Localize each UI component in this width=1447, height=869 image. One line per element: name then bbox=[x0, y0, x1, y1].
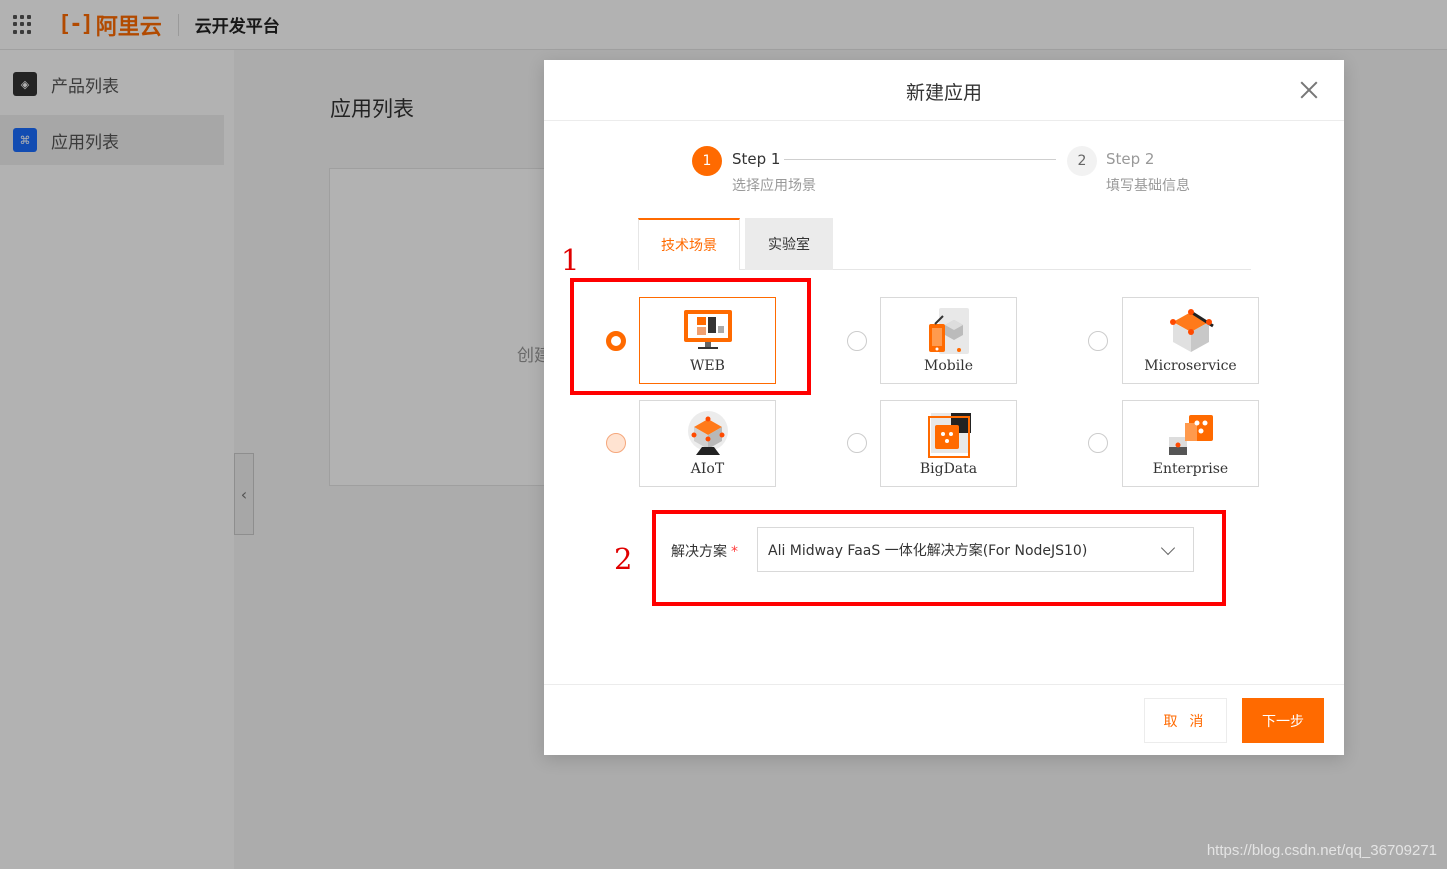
aiot-icon bbox=[688, 411, 728, 455]
step-2-circle: 2 bbox=[1067, 146, 1097, 176]
dialog-footer-divider bbox=[544, 684, 1344, 685]
next-step-button[interactable]: 下一步 bbox=[1242, 698, 1324, 743]
annotation-box-2 bbox=[652, 510, 1226, 606]
option-label-enterprise: Enterprise bbox=[1152, 461, 1229, 477]
cancel-button[interactable]: 取 消 bbox=[1144, 698, 1227, 743]
enterprise-icon bbox=[1169, 415, 1213, 455]
step-2-title: Step 2 bbox=[1106, 150, 1155, 168]
microservice-icon bbox=[1170, 309, 1214, 352]
option-label-aiot: AIoT bbox=[690, 461, 725, 477]
dialog-header: 新建应用 bbox=[544, 60, 1344, 121]
option-card-aiot[interactable]: AIoT bbox=[639, 400, 776, 487]
close-icon[interactable] bbox=[1299, 80, 1319, 100]
tab-lab[interactable]: 实验室 bbox=[745, 218, 833, 270]
new-app-dialog: 新建应用 1 Step 1 选择应用场景 2 Step 2 填写基础信息 技术场… bbox=[544, 60, 1344, 755]
option-card-mobile[interactable]: Mobile bbox=[880, 297, 1017, 384]
radio-bigdata[interactable] bbox=[847, 433, 867, 453]
option-card-enterprise[interactable]: Enterprise bbox=[1122, 400, 1259, 487]
radio-enterprise[interactable] bbox=[1088, 433, 1108, 453]
watermark: https://blog.csdn.net/qq_36709271 bbox=[1206, 842, 1437, 859]
option-label-bigdata: BigData bbox=[919, 461, 978, 477]
bigdata-icon bbox=[928, 413, 971, 458]
dialog-title: 新建应用 bbox=[905, 82, 982, 104]
option-label-microservice: Microservice bbox=[1144, 358, 1237, 374]
step-1-circle: 1 bbox=[692, 146, 722, 176]
radio-aiot[interactable] bbox=[606, 433, 626, 453]
step-connector-line bbox=[784, 159, 1056, 160]
option-label-mobile: Mobile bbox=[924, 358, 973, 374]
radio-mobile[interactable] bbox=[847, 331, 867, 351]
annotation-box-1 bbox=[570, 278, 811, 395]
step-2-desc: 填写基础信息 bbox=[1106, 178, 1190, 194]
annotation-label-2: 2 bbox=[614, 542, 633, 576]
option-card-microservice[interactable]: Microservice bbox=[1122, 297, 1259, 384]
mobile-icon bbox=[929, 308, 969, 354]
option-card-bigdata[interactable]: BigData bbox=[880, 400, 1017, 487]
step-1-desc: 选择应用场景 bbox=[732, 178, 816, 194]
step-1-title: Step 1 bbox=[732, 150, 781, 168]
radio-microservice[interactable] bbox=[1088, 331, 1108, 351]
annotation-label-1: 1 bbox=[561, 243, 580, 277]
tab-tech-scenario[interactable]: 技术场景 bbox=[638, 218, 740, 270]
